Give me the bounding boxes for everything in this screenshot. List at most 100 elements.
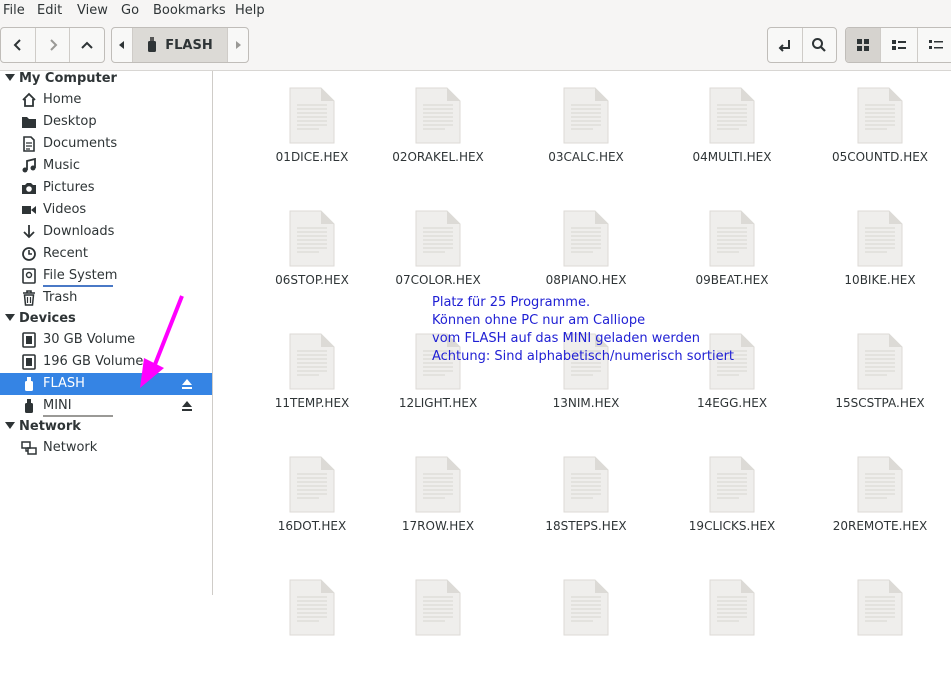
file-name: 02ORAKEL.HEX [392, 150, 484, 164]
file-item[interactable] [516, 563, 656, 683]
triangle-right-icon [235, 41, 241, 49]
sidebar-item-music[interactable]: Music [0, 155, 212, 177]
chevron-up-icon [81, 41, 93, 49]
annotation-arrow-icon [140, 295, 184, 388]
file-item[interactable]: 20REMOTE.HEX [810, 440, 950, 560]
trash-icon [23, 290, 35, 306]
document-icon [857, 333, 903, 390]
sidebar-section-my-computer[interactable]: My Computer [0, 69, 212, 91]
document-icon [709, 456, 755, 513]
file-name: 10BIKE.HEX [844, 273, 916, 287]
sidebar-item-home[interactable]: Home [0, 89, 212, 111]
network-icon [21, 441, 37, 455]
document-icon [563, 87, 609, 144]
drive-icon [22, 354, 36, 370]
file-item[interactable]: 16DOT.HEX [242, 440, 382, 560]
menu-view[interactable]: View [77, 3, 108, 18]
file-item[interactable]: 10BIKE.HEX [810, 194, 950, 314]
file-name: 13NIM.HEX [552, 396, 620, 410]
document-icon [563, 579, 609, 636]
file-name: 04MULTI.HEX [692, 150, 772, 164]
file-item[interactable]: 15SCSTPA.HEX [810, 317, 950, 437]
sidebar-item-file-system[interactable]: File System [0, 265, 212, 287]
file-name: 07COLOR.HEX [395, 273, 481, 287]
up-button[interactable] [70, 28, 104, 62]
menu-bookmarks[interactable]: Bookmarks [153, 3, 226, 18]
annotation-line: Können ohne PC nur am Calliope [432, 313, 646, 328]
menu-go[interactable]: Go [121, 3, 139, 18]
document-icon [857, 579, 903, 636]
menu-edit[interactable]: Edit [37, 3, 62, 18]
expander-icon [5, 74, 15, 81]
document-icon [709, 210, 755, 267]
file-item[interactable] [662, 563, 802, 683]
sidebar-item-network[interactable]: Network [0, 437, 212, 459]
document-icon [289, 333, 335, 390]
annotation-line: Achtung: Sind alphabetisch/numerisch sor… [432, 349, 735, 364]
sidebar-item-videos[interactable]: Videos [0, 199, 212, 221]
chevron-left-icon [13, 39, 21, 51]
file-name: 19CLICKS.HEX [688, 519, 776, 533]
file-name: 05COUNTD.HEX [831, 150, 929, 164]
view-button-group [845, 27, 951, 63]
file-name: 17ROW.HEX [401, 519, 475, 533]
compact-view-button[interactable] [918, 28, 951, 62]
annotation-line: Platz für 25 Programme. [432, 295, 591, 310]
document-icon [289, 87, 335, 144]
menu-help[interactable]: Help [235, 3, 265, 18]
file-item[interactable]: 17ROW.HEX [368, 440, 508, 560]
sidebar-item-desktop[interactable]: Desktop [0, 111, 212, 133]
path-scroll-left-button[interactable] [112, 28, 134, 62]
document-icon [857, 87, 903, 144]
chevron-right-icon [49, 39, 57, 51]
location-toggle-button[interactable] [768, 28, 803, 62]
location-entry-icon [778, 40, 790, 52]
sidebar-item-documents[interactable]: Documents [0, 133, 212, 155]
usb-icon [25, 399, 33, 413]
download-icon [23, 225, 35, 239]
path-flash-button[interactable]: FLASH [133, 28, 228, 62]
annotation-text: Platz für 25 Programme. Können ohne PC n… [432, 294, 734, 366]
list-view-button[interactable] [881, 28, 918, 62]
file-item[interactable]: 11TEMP.HEX [242, 317, 382, 437]
sidebar-section-network[interactable]: Network [0, 417, 212, 439]
file-item[interactable]: 06STOP.HEX [242, 194, 382, 314]
file-item[interactable]: 05COUNTD.HEX [810, 71, 950, 191]
menu-file[interactable]: File [3, 3, 25, 18]
file-item[interactable] [242, 563, 382, 683]
video-icon [22, 206, 36, 214]
file-name: 18STEPS.HEX [545, 519, 627, 533]
file-item[interactable]: 04MULTI.HEX [662, 71, 802, 191]
document-icon [709, 87, 755, 144]
back-button[interactable] [1, 28, 36, 62]
document-icon [563, 210, 609, 267]
document-icon [415, 210, 461, 267]
sidebar-item-downloads[interactable]: Downloads [0, 221, 212, 243]
file-item[interactable] [810, 563, 950, 683]
list-icon [892, 40, 906, 50]
icon-view-button[interactable] [846, 28, 881, 62]
file-item[interactable]: 18STEPS.HEX [516, 440, 656, 560]
file-item[interactable] [368, 563, 508, 683]
document-icon [289, 456, 335, 513]
document-icon [857, 456, 903, 513]
file-name: 06STOP.HEX [275, 273, 349, 287]
file-item[interactable]: 01DICE.HEX [242, 71, 382, 191]
file-name: 09BEAT.HEX [695, 273, 769, 287]
file-item[interactable]: 03CALC.HEX [516, 71, 656, 191]
file-item[interactable]: 02ORAKEL.HEX [368, 71, 508, 191]
menu-bar: File Edit View Go Bookmarks Help [0, 0, 951, 22]
search-button[interactable] [803, 28, 837, 62]
forward-button[interactable] [36, 28, 71, 62]
file-name: 12LIGHT.HEX [398, 396, 478, 410]
path-scroll-right-button[interactable] [228, 28, 248, 62]
filesystem-icon [22, 268, 36, 284]
document-icon [857, 210, 903, 267]
document-icon [563, 456, 609, 513]
file-item[interactable]: 19CLICKS.HEX [662, 440, 802, 560]
sidebar-item-recent[interactable]: Recent [0, 243, 212, 265]
action-button-group [767, 27, 837, 63]
eject-icon[interactable] [181, 399, 193, 413]
expander-icon [5, 422, 15, 429]
sidebar-item-pictures[interactable]: Pictures [0, 177, 212, 199]
